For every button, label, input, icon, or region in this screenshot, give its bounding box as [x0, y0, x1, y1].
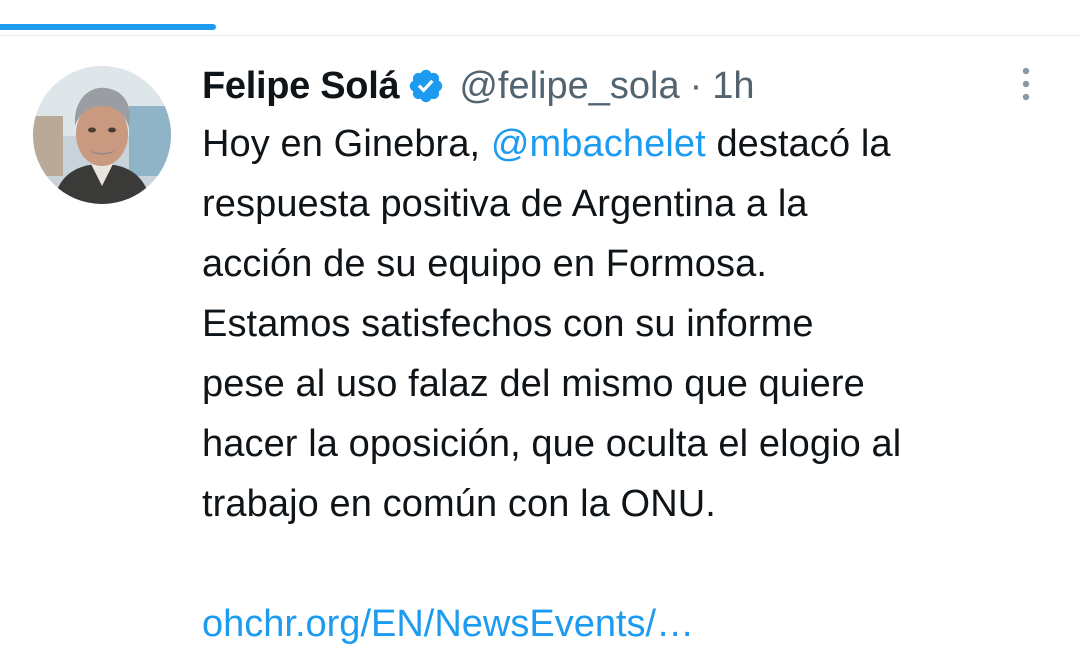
tweet-timestamp[interactable]: 1h — [712, 65, 754, 108]
tweet-text-segment: destacó la — [705, 123, 891, 165]
external-link[interactable]: ohchr.org/EN/NewsEvents/… — [202, 594, 1052, 654]
tweet-text-line: Estamos satisfechos con su informe — [202, 303, 814, 345]
user-avatar-photo — [33, 66, 171, 204]
tweet-text-line: acción de su equipo en Formosa. — [202, 243, 767, 285]
author-handle[interactable]: @felipe_sola — [459, 65, 679, 108]
tweet-text-line: hacer la oposición, que oculta el elogio… — [202, 423, 902, 465]
avatar[interactable] — [33, 66, 171, 204]
author-display-name[interactable]: Felipe Solá — [202, 65, 400, 108]
tweet-header: Felipe Solá @felipe_sola · 1h — [202, 58, 1052, 114]
active-tab-indicator — [0, 24, 216, 30]
tab-bar — [0, 0, 1080, 36]
tweet-text-line: respuesta positiva de Argentina a la — [202, 183, 808, 225]
tweet-text-line: trabajo en común con la ONU. — [202, 483, 716, 525]
separator-dot: · — [689, 64, 703, 107]
tweet-text-line: Hoy en Ginebra, @mbachelet destacó la — [202, 114, 1052, 174]
tweet-text: Hoy en Ginebra, @mbachelet destacó la re… — [202, 114, 1052, 534]
tweet-text-segment: Hoy en Ginebra, — [202, 123, 491, 165]
more-vertical-icon[interactable] — [1018, 66, 1034, 102]
tweet-text-line: pese al uso falaz del mismo que quiere — [202, 363, 865, 405]
tweet[interactable]: Felipe Solá @felipe_sola · 1h Hoy en Gin… — [202, 58, 1052, 654]
mention-link[interactable]: @mbachelet — [491, 123, 706, 165]
verified-badge-icon — [407, 67, 445, 105]
